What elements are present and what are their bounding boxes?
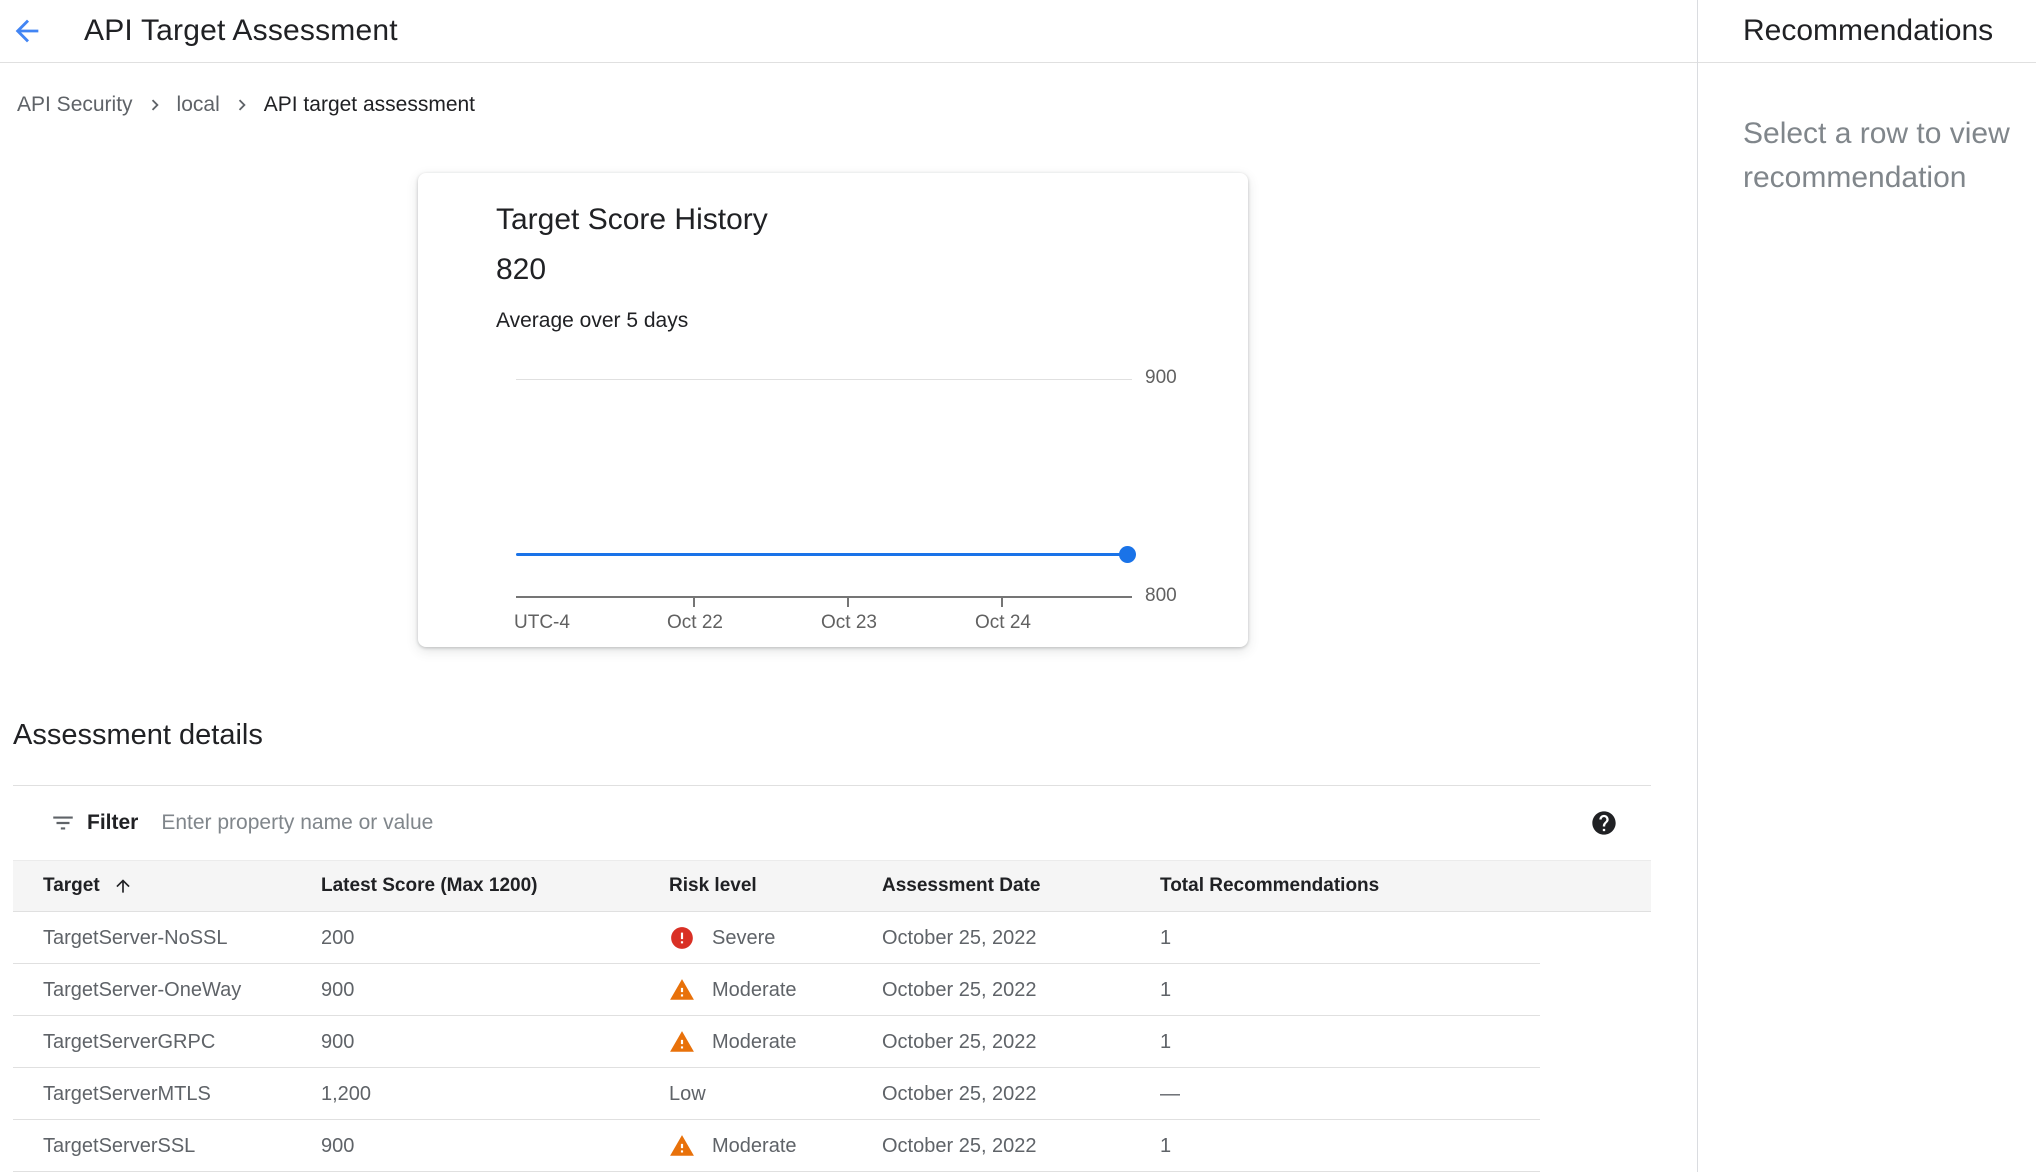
x-tick xyxy=(693,598,695,607)
latest-score: 900 xyxy=(321,1135,669,1158)
chevron-right-icon xyxy=(144,94,166,116)
x-tick xyxy=(1001,598,1003,607)
severe-error-icon xyxy=(669,925,695,951)
x-tick xyxy=(847,598,849,607)
column-header-target[interactable]: Target xyxy=(43,875,321,897)
assessment-date: October 25, 2022 xyxy=(882,979,1160,1002)
assessment-details-heading: Assessment details xyxy=(13,719,263,752)
assessment-details-table: Filter Target Latest Score (Max 1200) Ri… xyxy=(13,785,1651,1172)
table-row[interactable]: TargetServerMTLS 1,200 Low October 25, 2… xyxy=(13,1068,1651,1120)
arrow-back-icon xyxy=(10,14,44,48)
back-button[interactable] xyxy=(8,12,46,50)
table-row[interactable]: TargetServer-OneWay 900 Moderate October… xyxy=(13,964,1651,1016)
risk-level: Moderate xyxy=(712,1031,797,1054)
breadcrumb: API Security local API target assessment xyxy=(17,93,475,117)
timezone-label: UTC-4 xyxy=(514,612,570,634)
recommendations-panel: Recommendations Select a row to view rec… xyxy=(1697,0,2036,1172)
help-icon xyxy=(1590,809,1618,837)
assessment-date: October 25, 2022 xyxy=(882,927,1160,950)
y-axis-label-900: 900 xyxy=(1145,367,1177,389)
recommendations-panel-title: Recommendations xyxy=(1698,0,2036,63)
column-header-risk[interactable]: Risk level xyxy=(669,875,882,897)
risk-level: Severe xyxy=(712,927,775,950)
x-axis-label-oct24: Oct 24 xyxy=(975,612,1031,634)
target-score-history-card: Target Score History 820 Average over 5 … xyxy=(418,173,1248,647)
risk-level: Low xyxy=(669,1083,706,1106)
x-axis-label-oct23: Oct 23 xyxy=(821,612,877,634)
score-trend-line xyxy=(516,553,1129,556)
latest-score: 900 xyxy=(321,979,669,1002)
column-header-total[interactable]: Total Recommendations xyxy=(1160,875,1651,897)
table-header-row: Target Latest Score (Max 1200) Risk leve… xyxy=(13,860,1651,912)
target-name: TargetServerSSL xyxy=(43,1135,321,1158)
gridline-900 xyxy=(516,379,1132,380)
total-recommendations: — xyxy=(1160,1083,1651,1106)
moderate-warning-icon xyxy=(669,1029,695,1055)
help-button[interactable] xyxy=(1590,809,1618,837)
breadcrumb-api-security[interactable]: API Security xyxy=(17,93,133,117)
table-row[interactable]: TargetServerSSL 900 Moderate October 25,… xyxy=(13,1120,1651,1172)
x-axis-label-oct22: Oct 22 xyxy=(667,612,723,634)
recommendations-empty-message: Select a row to view recommendation xyxy=(1743,112,2036,200)
assessment-date: October 25, 2022 xyxy=(882,1031,1160,1054)
filter-bar: Filter xyxy=(13,786,1651,860)
target-name: TargetServer-NoSSL xyxy=(43,927,321,950)
total-recommendations: 1 xyxy=(1160,927,1651,950)
filter-label[interactable]: Filter xyxy=(87,811,138,835)
card-subtitle: Average over 5 days xyxy=(496,309,688,333)
assessment-date: October 25, 2022 xyxy=(882,1083,1160,1106)
api-target-assessment-page: API Target Assessment API Security local… xyxy=(0,0,2036,1172)
latest-score: 200 xyxy=(321,927,669,950)
table-row[interactable]: TargetServer-NoSSL 200 Severe October 25… xyxy=(13,912,1651,964)
card-title: Target Score History xyxy=(496,203,768,237)
breadcrumb-local[interactable]: local xyxy=(177,93,220,117)
x-axis-baseline xyxy=(516,596,1132,598)
target-name: TargetServerGRPC xyxy=(43,1031,321,1054)
y-axis-label-800: 800 xyxy=(1145,585,1177,607)
total-recommendations: 1 xyxy=(1160,1135,1651,1158)
risk-level: Moderate xyxy=(712,979,797,1002)
total-recommendations: 1 xyxy=(1160,1031,1651,1054)
filter-input[interactable] xyxy=(159,810,1590,836)
table-row[interactable]: TargetServerGRPC 900 Moderate October 25… xyxy=(13,1016,1651,1068)
column-header-date[interactable]: Assessment Date xyxy=(882,875,1160,897)
target-name: TargetServer-OneWay xyxy=(43,979,321,1002)
latest-score: 900 xyxy=(321,1031,669,1054)
page-title: API Target Assessment xyxy=(84,14,398,48)
column-header-score[interactable]: Latest Score (Max 1200) xyxy=(321,875,669,897)
risk-level: Moderate xyxy=(712,1135,797,1158)
chevron-right-icon xyxy=(231,94,253,116)
total-recommendations: 1 xyxy=(1160,979,1651,1002)
moderate-warning-icon xyxy=(669,1133,695,1159)
target-name: TargetServerMTLS xyxy=(43,1083,321,1106)
breadcrumb-current: API target assessment xyxy=(264,93,475,117)
sort-ascending-icon xyxy=(113,876,133,896)
moderate-warning-icon xyxy=(669,977,695,1003)
assessment-date: October 25, 2022 xyxy=(882,1135,1160,1158)
average-score-value: 820 xyxy=(496,253,546,287)
filter-list-icon xyxy=(50,810,76,836)
latest-score: 1,200 xyxy=(321,1083,669,1106)
latest-point-marker xyxy=(1119,546,1136,563)
